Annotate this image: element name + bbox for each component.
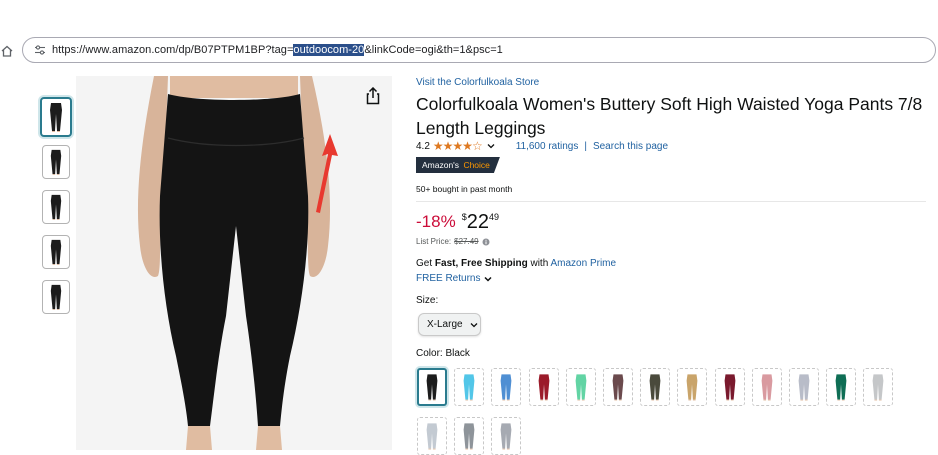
color-swatch[interactable]: [640, 368, 671, 406]
rating-row: 4.2 ★★★★☆ 11,600 ratings | Search this p…: [416, 139, 668, 153]
separator: |: [584, 140, 587, 152]
ship-prefix: Get: [416, 258, 435, 269]
color-swatch[interactable]: [677, 368, 708, 406]
list-price: List Price: $27.49: [416, 237, 490, 246]
product-thumbnail[interactable]: [42, 145, 70, 179]
search-page-link[interactable]: Search this page: [593, 141, 668, 152]
color-value: Black: [445, 348, 470, 359]
color-label: Color: Black: [416, 348, 470, 359]
badge-choice-text: Choice: [463, 160, 490, 170]
price-fraction: 49: [488, 212, 499, 222]
url-selected: outdoocom-20: [293, 44, 365, 56]
size-label: Size:: [416, 295, 439, 306]
info-icon[interactable]: [482, 238, 490, 246]
shipping-info: Get Fast, Free Shipping with Amazon Prim…: [416, 258, 616, 269]
amazon-prime-link[interactable]: Amazon Prime: [551, 258, 617, 269]
color-swatch[interactable]: [528, 368, 559, 406]
color-swatch[interactable]: [491, 368, 522, 406]
store-link[interactable]: Visit the Colorfulkoala Store: [416, 77, 539, 88]
product-main-image[interactable]: [76, 76, 392, 450]
color-swatch[interactable]: [417, 417, 447, 455]
bought-count: 50+ bought in past month: [416, 184, 513, 194]
list-price-label: List Price:: [416, 237, 452, 246]
color-swatch[interactable]: [454, 417, 485, 455]
color-swatch[interactable]: [863, 368, 894, 406]
color-swatch[interactable]: [751, 368, 782, 406]
color-swatch[interactable]: [789, 368, 819, 406]
home-icon[interactable]: [0, 44, 14, 58]
product-thumbnail[interactable]: [42, 235, 70, 269]
color-swatch[interactable]: [565, 368, 596, 406]
url-text[interactable]: https://www.amazon.com/dp/B07PTPM1BP?tag…: [52, 44, 503, 56]
color-swatch[interactable]: [826, 368, 857, 406]
star-rating[interactable]: ★★★★☆: [433, 139, 483, 153]
price-block: -18% $ 22 49: [416, 211, 499, 233]
product-thumbnail[interactable]: [42, 190, 70, 224]
price-whole: 22: [466, 211, 489, 233]
color-swatch[interactable]: [714, 368, 745, 406]
amazons-choice-badge[interactable]: Amazon's Choice: [416, 157, 500, 173]
product-thumbnail[interactable]: [40, 97, 72, 137]
color-swatch[interactable]: [417, 368, 447, 406]
color-swatch[interactable]: [491, 417, 522, 455]
free-returns-link[interactable]: FREE Returns: [416, 273, 493, 284]
free-returns-text: FREE Returns: [416, 273, 481, 284]
share-icon[interactable]: [365, 87, 381, 105]
badge-text: Amazon's: [422, 160, 460, 170]
chevron-down-icon: [470, 322, 478, 327]
color-swatch[interactable]: [603, 368, 633, 406]
size-value: X-Large: [427, 319, 463, 330]
ratings-count-link[interactable]: 11,600 ratings: [516, 141, 579, 152]
size-dropdown[interactable]: X-Large: [418, 313, 481, 336]
url-prefix: https://www.amazon.com/dp/B07PTPM1BP?tag…: [52, 44, 294, 56]
chevron-down-icon[interactable]: [486, 141, 496, 151]
ship-fast-free: Fast, Free Shipping: [434, 258, 528, 269]
list-price-value: $27.49: [454, 237, 479, 246]
tune-icon[interactable]: [34, 44, 46, 56]
url-suffix: &linkCode=ogi&th=1&psc=1: [364, 44, 503, 56]
chevron-down-icon: [484, 276, 492, 282]
product-title: Colorfulkoala Women's Buttery Soft High …: [416, 94, 923, 138]
product-thumbnail[interactable]: [42, 280, 70, 314]
divider: [416, 201, 926, 202]
color-swatch[interactable]: [454, 368, 485, 406]
annotation-arrow: [316, 134, 338, 213]
discount-percent: -18%: [416, 212, 456, 231]
ship-with: with: [527, 258, 551, 269]
rating-value: 4.2: [416, 140, 430, 152]
color-label-text: Color:: [416, 348, 446, 359]
